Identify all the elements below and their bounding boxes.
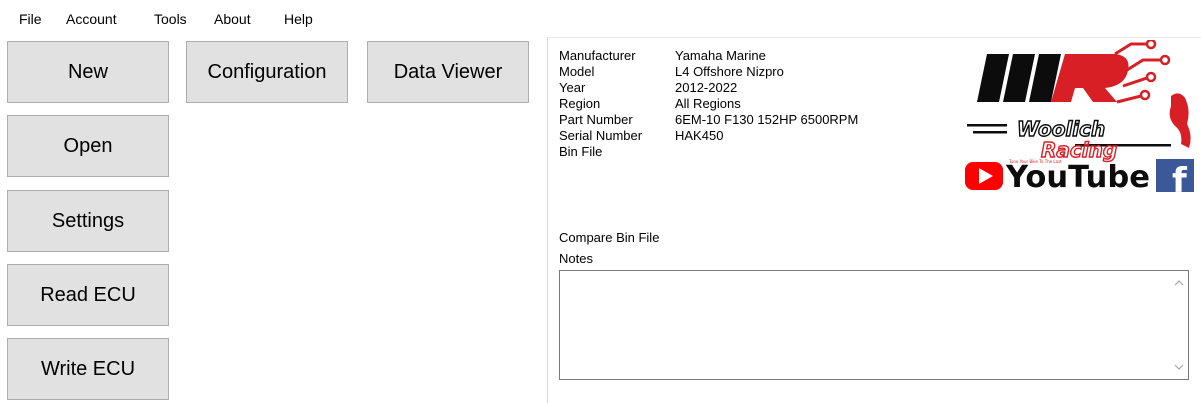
facebook-glyph: f <box>1172 161 1188 192</box>
menu-bar: File Account Tools About Help <box>0 0 1201 33</box>
bin-file-label: Bin File <box>559 144 603 159</box>
notes-scrollbar[interactable] <box>1171 271 1188 379</box>
region-label: Region <box>559 96 601 111</box>
serial-number-label: Serial Number <box>559 128 643 143</box>
read-ecu-button[interactable]: Read ECU <box>7 264 169 326</box>
menu-account[interactable]: Account <box>66 11 117 27</box>
part-number-value: 6EM-10 F130 152HP 6500RPM <box>675 112 859 127</box>
serial-number-value: HAK450 <box>675 128 724 143</box>
compare-bin-file-label: Compare Bin File <box>559 230 660 245</box>
manufacturer-label: Manufacturer <box>559 48 636 63</box>
woolich-racing-logo: Woolich Racing Tune Your Bike To The Las… <box>965 40 1194 192</box>
youtube-wordmark: YouTube <box>1005 160 1150 192</box>
new-button[interactable]: New <box>7 41 169 103</box>
menu-about[interactable]: About <box>214 11 251 27</box>
open-button[interactable]: Open <box>7 115 169 177</box>
settings-button[interactable]: Settings <box>7 190 169 252</box>
menu-file[interactable]: File <box>19 11 42 27</box>
chevron-down-icon[interactable] <box>1174 362 1184 372</box>
year-label: Year <box>559 80 586 95</box>
notes-textarea[interactable] <box>559 270 1189 380</box>
model-value: L4 Offshore Nizpro <box>675 64 784 79</box>
data-viewer-button[interactable]: Data Viewer <box>367 41 529 103</box>
year-value: 2012-2022 <box>675 80 738 95</box>
write-ecu-button[interactable]: Write ECU <box>7 338 169 400</box>
manufacturer-value: Yamaha Marine <box>675 48 766 63</box>
part-number-label: Part Number <box>559 112 633 127</box>
chevron-up-icon[interactable] <box>1174 278 1184 288</box>
youtube-link[interactable]: YouTube <box>965 160 1150 192</box>
menu-tools[interactable]: Tools <box>154 11 187 27</box>
region-value: All Regions <box>675 96 741 111</box>
menu-help[interactable]: Help <box>284 11 313 27</box>
file-info-panel: Manufacturer Yamaha Marine Model L4 Offs… <box>547 37 1201 403</box>
notes-label: Notes <box>559 251 593 266</box>
facebook-link[interactable]: f <box>1156 159 1194 192</box>
model-label: Model <box>559 64 595 79</box>
configuration-button[interactable]: Configuration <box>186 41 348 103</box>
